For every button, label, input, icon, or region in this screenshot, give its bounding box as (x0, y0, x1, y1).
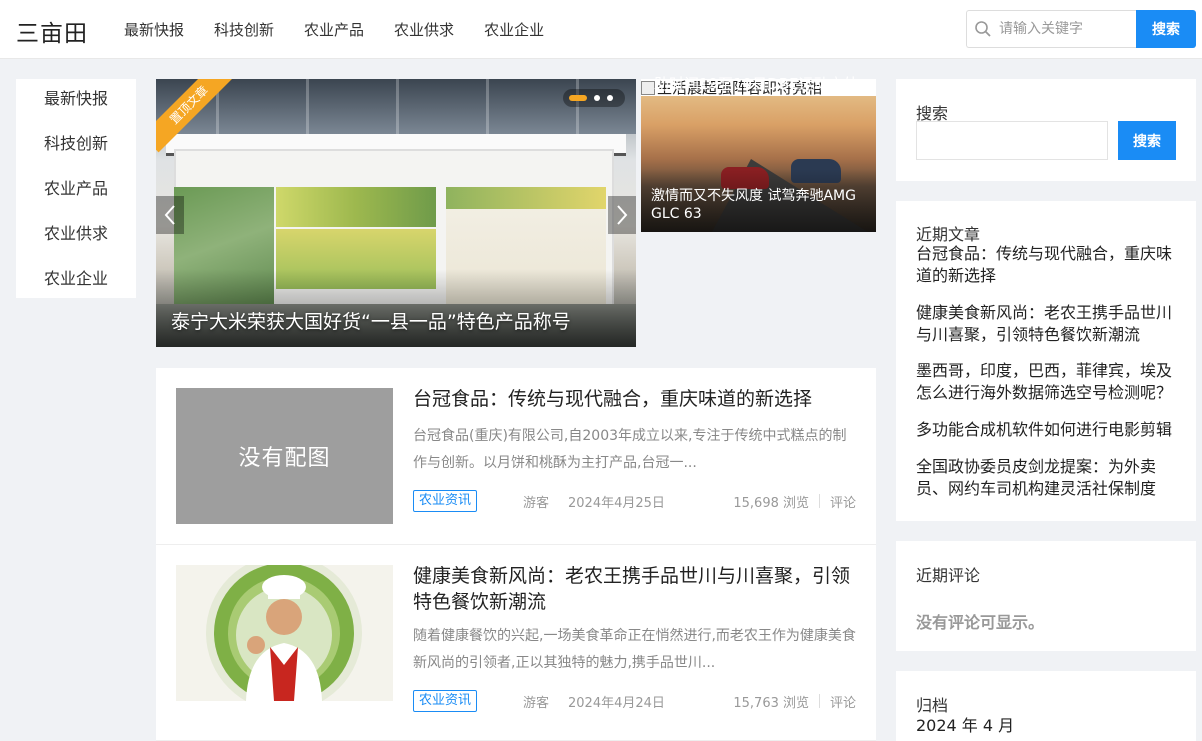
widget-title: 近期文章 (916, 225, 981, 244)
category-tag[interactable]: 农业资讯 (413, 490, 478, 512)
article-date: 2024年4月25日 (568, 496, 665, 511)
recent-post-link[interactable]: 全国政协委员皮剑龙提案：为外卖员、网约车司机构建灵活社保制度 (916, 456, 1178, 500)
article-views: 15,763 浏览 (733, 696, 809, 711)
side-nav-item-companies[interactable]: 农业企业 (16, 259, 136, 304)
header-search: 搜索 (966, 10, 1196, 48)
archive-link[interactable]: 2024 年 4 月 (916, 712, 1014, 736)
article-excerpt: 台冠食品(重庆)有限公司,自2003年成立以来,专注于传统中式糕点的制作与创新。… (413, 428, 847, 471)
nav-item-supply[interactable]: 农业供求 (394, 19, 454, 40)
featured-slider[interactable]: 置顶文章 泰宁大米荣获大国好货“一县一品”特色产品称号 (156, 79, 636, 347)
recent-post-link[interactable]: 台冠食品：传统与现代融合，重庆味道的新选择 (916, 243, 1178, 287)
slider-dot[interactable] (607, 95, 613, 101)
site-logo[interactable]: 三亩田 (16, 14, 88, 48)
list-item: 没有配图 台冠食品：传统与现代融合，重庆味道的新选择 台冠食品(重庆)有限公司,… (156, 368, 876, 545)
article-thumbnail[interactable]: 没有配图 (176, 388, 393, 524)
nav-item-tech[interactable]: 科技创新 (214, 19, 274, 40)
chevron-left-icon (164, 205, 175, 225)
feature-caption[interactable]: 激情而又不失风度 试驾奔驰AMG GLC 63 (651, 187, 871, 223)
slider-dot[interactable] (569, 95, 587, 101)
article-views: 15,698 浏览 (733, 496, 809, 511)
article-date: 2024年4月24日 (568, 696, 665, 711)
slide-image-detail (276, 187, 436, 227)
widget-title: 近期评论 (916, 566, 981, 585)
widget-search-input[interactable] (916, 121, 1108, 160)
overlap-caption: 助时间19至19日DBE运动户外 (654, 75, 859, 93)
main-nav: 最新快报 科技创新 农业产品 农业供求 农业企业 (124, 0, 574, 58)
article-excerpt: 随着健康餐饮的兴起,一场美食革命正在悄然进行,而老农王作为健康美食新风尚的引领者… (413, 628, 856, 671)
chef-image (176, 565, 393, 701)
article-author: 游客 (523, 696, 550, 711)
recent-post-link[interactable]: 墨西哥，印度，巴西，菲律宾，埃及怎么进行海外数据筛选空号检测呢？ (916, 360, 1178, 404)
chevron-right-icon (617, 205, 628, 225)
side-nav-item-products[interactable]: 农业产品 (16, 169, 136, 214)
recent-comments-widget: 近期评论 没有评论可显示。 (896, 541, 1196, 651)
article-title[interactable]: 健康美食新风尚：老农王携手品世川与川喜聚，引领特色餐饮新潮流 (413, 563, 863, 615)
nav-item-latest[interactable]: 最新快报 (124, 19, 184, 40)
article-meta: 农业资讯 游客 2024年4月25日 15,698 浏览 评论 (413, 490, 856, 512)
list-item: 健康美食新风尚：老农王携手品世川与川喜聚，引领特色餐饮新潮流 随着健康餐饮的兴起… (156, 545, 876, 741)
side-nav-item-supply[interactable]: 农业供求 (16, 214, 136, 259)
archive-widget: 归档 2024 年 4 月 (896, 671, 1196, 741)
article-list: 没有配图 台冠食品：传统与现代融合，重庆味道的新选择 台冠食品(重庆)有限公司,… (156, 368, 876, 741)
article-comments-link[interactable]: 评论 (830, 492, 856, 511)
article-meta: 农业资讯 游客 2024年4月24日 15,763 浏览 评论 (413, 690, 856, 712)
side-nav-item-tech[interactable]: 科技创新 (16, 124, 136, 169)
widget-search-button[interactable]: 搜索 (1118, 121, 1176, 160)
recent-posts-widget: 近期文章 台冠食品：传统与现代融合，重庆味道的新选择 健康美食新风尚：老农王携手… (896, 201, 1196, 521)
feature-card[interactable]: 生活晨超强阵容即将亮相 激情而又不失风度 试驾奔驰AMG GLC 63 (641, 79, 876, 232)
slider-dot[interactable] (594, 95, 600, 101)
meta-divider (819, 694, 820, 708)
header-search-input[interactable] (999, 21, 1129, 37)
article-title[interactable]: 台冠食品：传统与现代融合，重庆味道的新选择 (413, 386, 863, 412)
slide-image-detail (396, 79, 399, 134)
slide-image-detail (306, 79, 309, 134)
side-nav-item-latest[interactable]: 最新快报 (16, 79, 136, 124)
article-thumbnail[interactable] (176, 565, 393, 701)
header-search-button[interactable]: 搜索 (1136, 10, 1196, 48)
search-icon (967, 10, 999, 48)
nav-item-companies[interactable]: 农业企业 (484, 19, 544, 40)
search-widget: 搜索 搜索 (896, 79, 1196, 181)
site-header: 三亩田 最新快报 科技创新 农业产品 农业供求 农业企业 搜索 (0, 0, 1202, 59)
no-comments-text: 没有评论可显示。 (916, 613, 1045, 632)
nav-item-products[interactable]: 农业产品 (304, 19, 364, 40)
article-comments-link[interactable]: 评论 (830, 692, 856, 711)
slider-prev-button[interactable] (156, 196, 184, 234)
header-search-field (966, 10, 1136, 48)
side-nav: 最新快报 科技创新 农业产品 农业供求 农业企业 (16, 79, 136, 298)
article-author: 游客 (523, 496, 550, 511)
slide-caption[interactable]: 泰宁大米荣获大国好货“一县一品”特色产品称号 (171, 307, 571, 334)
slider-dots (563, 89, 625, 107)
slide-image-detail (486, 79, 489, 134)
broken-image-icon (641, 80, 655, 95)
recent-post-link[interactable]: 健康美食新风尚：老农王携手品世川与川喜聚，引领特色餐饮新潮流 (916, 302, 1178, 346)
recent-post-link[interactable]: 多功能合成机软件如何进行电影剪辑 (916, 419, 1178, 441)
slider-next-button[interactable] (608, 196, 636, 234)
category-tag[interactable]: 农业资讯 (413, 690, 478, 712)
meta-divider (819, 494, 820, 508)
